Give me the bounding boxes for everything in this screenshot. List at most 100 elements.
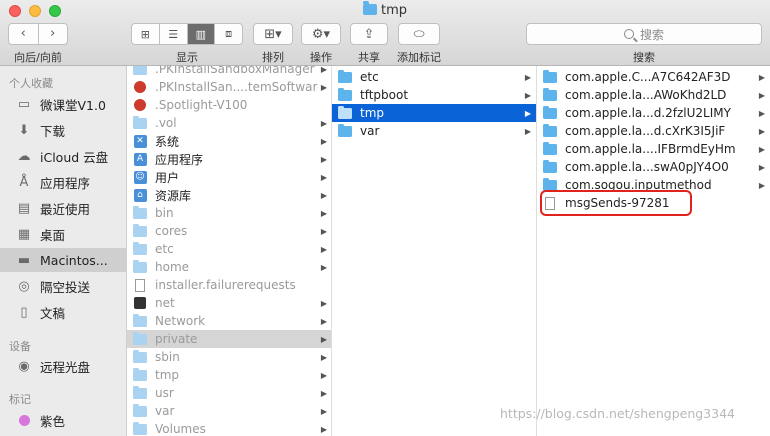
back-button[interactable]: ‹ — [9, 24, 38, 44]
list-item-selected[interactable]: tmp ▶ — [332, 104, 536, 122]
list-item[interactable]: etc ▶ — [332, 68, 536, 86]
back-forward-control: ‹ › — [8, 23, 68, 45]
search-placeholder: 搜索 — [639, 27, 664, 42]
search-icon — [623, 29, 634, 39]
icon-view-button[interactable]: ⊞ — [132, 24, 159, 44]
apps-icon: Å — [19, 174, 29, 190]
item-name: installer.failurerequests — [155, 278, 296, 292]
list-item[interactable]: com.apple.la....IFBrmdEyHm ▶ — [537, 140, 770, 158]
cloud-icon: ☁ — [17, 148, 31, 164]
folder-icon — [133, 313, 147, 328]
list-item[interactable]: Volumes ▶ — [127, 420, 331, 436]
sidebar-item-icloud[interactable]: ☁ iCloud 云盘 — [0, 144, 126, 168]
chevron-right-icon: ▶ — [524, 126, 532, 136]
list-item[interactable]: .Spotlight-V100 — [127, 96, 331, 114]
list-item[interactable]: .PKInstallSan....temSoftware ▶ — [127, 78, 331, 96]
item-name: var — [360, 124, 380, 138]
window-title-text: tmp — [380, 3, 407, 18]
chevron-right-icon: ▶ — [320, 406, 328, 416]
list-item[interactable]: .PKInstallSandboxManager ▶ — [127, 66, 331, 78]
chevron-right-icon: ▶ — [524, 72, 532, 82]
chevron-right-icon: ▶ — [320, 154, 328, 164]
window-title: tmp — [0, 1, 770, 18]
list-item[interactable]: cores ▶ — [127, 222, 331, 240]
apps-folder-icon: A — [133, 152, 147, 166]
gallery-view-button[interactable]: ⧈ — [214, 24, 242, 44]
folder-icon — [338, 87, 352, 102]
search-label: 搜索 — [633, 51, 655, 64]
sidebar-item-label: 微课堂V1.0 — [40, 97, 106, 113]
arrange-icon: ⊞▾ — [264, 26, 282, 42]
list-item[interactable]: ☺ 用户 ▶ — [127, 168, 331, 186]
chevron-right-icon: ▶ — [320, 334, 328, 344]
list-item[interactable]: com.apple.la...AWoKhd2LD ▶ — [537, 86, 770, 104]
list-item[interactable]: com.apple.C...A7C642AF3D ▶ — [537, 68, 770, 86]
action-button[interactable]: ⚙▾ — [301, 23, 341, 45]
folder-icon — [133, 385, 147, 400]
chevron-right-icon: ▶ — [758, 144, 766, 154]
list-item[interactable]: home ▶ — [127, 258, 331, 276]
list-item[interactable]: Network ▶ — [127, 312, 331, 330]
chevron-right-icon: ▶ — [758, 126, 766, 136]
list-item[interactable]: var ▶ — [332, 122, 536, 140]
item-name: 用户 — [155, 170, 180, 185]
list-item[interactable]: com.apple.la...d.cXrK3I5JiF ▶ — [537, 122, 770, 140]
sidebar-item-recents[interactable]: ▤ 最近使用 — [0, 196, 126, 220]
view-mode-control: ⊞ ☰ ▥ ⧈ — [131, 23, 243, 45]
list-item-selected[interactable]: private ▶ — [127, 330, 331, 348]
alias-icon — [133, 296, 147, 310]
folder-icon — [543, 159, 557, 174]
alias-folder-icon — [133, 241, 147, 256]
arrange-button[interactable]: ⊞▾ — [253, 23, 293, 45]
list-view-button[interactable]: ☰ — [158, 24, 187, 44]
tag-icon: ⬭ — [413, 26, 425, 42]
folder-icon — [133, 115, 147, 130]
list-item[interactable]: installer.failurerequests — [127, 276, 331, 294]
folder-icon — [133, 421, 147, 436]
share-button[interactable]: ⇪ — [350, 23, 388, 45]
chevron-right-icon: ▶ — [758, 162, 766, 172]
sidebar-item-airdrop[interactable]: ◎ 隔空投送 — [0, 274, 126, 298]
document-icon: ▯ — [20, 304, 28, 320]
sidebar-item-desktop[interactable]: ▦ 桌面 — [0, 222, 126, 246]
sidebar-item-remote-disc[interactable]: ◉ 远程光盘 — [0, 354, 126, 378]
chevron-right-icon: ▶ — [524, 90, 532, 100]
gear-icon: ⚙▾ — [311, 26, 331, 42]
item-name: 系统 — [155, 134, 180, 149]
list-item[interactable]: .vol ▶ — [127, 114, 331, 132]
sidebar-item-macintosh-hd[interactable]: ▬ Macintos... — [0, 248, 126, 272]
folder-icon — [543, 87, 557, 102]
column-view-button[interactable]: ▥ — [186, 24, 215, 44]
list-item[interactable]: tftpboot ▶ — [332, 86, 536, 104]
list-item[interactable]: bin ▶ — [127, 204, 331, 222]
sidebar-item-weiketang[interactable]: ▭ 微课堂V1.0 — [0, 92, 126, 116]
item-name: bin — [155, 206, 174, 220]
forward-button[interactable]: › — [37, 24, 68, 44]
item-name: sbin — [155, 350, 180, 364]
list-item[interactable]: etc ▶ — [127, 240, 331, 258]
folder-icon — [543, 123, 557, 138]
alias-icon — [133, 259, 147, 274]
list-item[interactable]: net ▶ — [127, 294, 331, 312]
list-item[interactable]: var ▶ — [127, 402, 331, 420]
list-item[interactable]: sbin ▶ — [127, 348, 331, 366]
sidebar-item-applications[interactable]: Å 应用程序 — [0, 170, 126, 194]
item-name: 资源库 — [155, 188, 192, 203]
list-item[interactable]: tmp ▶ — [127, 366, 331, 384]
sidebar-item-downloads[interactable]: ⬇ 下载 — [0, 118, 126, 142]
sidebar-item-documents[interactable]: ▯ 文稿 — [0, 300, 126, 324]
finder-window: tmp ‹ › 向后/向前 ⊞ ☰ ▥ ⧈ 显示 ⊞▾ 排列 ⚙▾ 操作 ⇪ 共… — [0, 0, 770, 436]
list-item[interactable]: ⌂ 资源库 ▶ — [127, 186, 331, 204]
add-tag-button[interactable]: ⬭ — [398, 23, 440, 45]
list-item[interactable]: usr ▶ — [127, 384, 331, 402]
list-item[interactable]: com.apple.la...swA0pJY4O0 ▶ — [537, 158, 770, 176]
sidebar-item-label: 下载 — [40, 123, 66, 139]
item-name: com.apple.la...d.cXrK3I5JiF — [565, 124, 726, 138]
list-item[interactable]: ✕ 系统 ▶ — [127, 132, 331, 150]
search-input[interactable]: 搜索 — [526, 23, 762, 45]
chevron-right-icon: ▶ — [320, 208, 328, 218]
list-item[interactable]: A 应用程序 ▶ — [127, 150, 331, 168]
sidebar-item-tag-purple[interactable]: 紫色 — [0, 408, 126, 432]
list-item[interactable]: com.apple.la...d.2fzlU2LIMY ▶ — [537, 104, 770, 122]
chevron-right-icon: ▶ — [320, 424, 328, 434]
